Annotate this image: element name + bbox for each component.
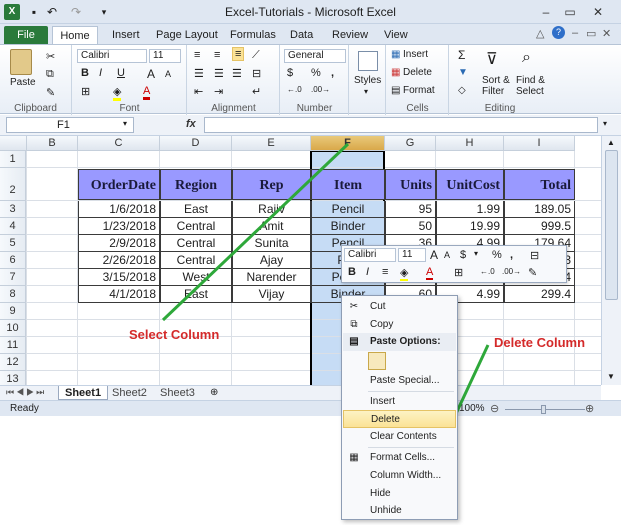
menu-copy[interactable]: ⧉ Copy — [343, 316, 456, 334]
mini-italic-button[interactable]: I — [366, 266, 369, 278]
menu-clear-contents[interactable]: Clear Contents — [343, 428, 456, 446]
mini-size-dropdown[interactable]: 11 — [398, 248, 426, 262]
mini-currency-dropdown-icon[interactable]: ▾ — [474, 249, 478, 258]
cut-icon: ✂ — [349, 301, 359, 312]
menu-column-width[interactable]: Column Width... — [343, 467, 456, 485]
copy-icon: ⧉ — [350, 319, 358, 330]
menu-insert[interactable]: Insert — [343, 393, 456, 411]
context-menu: ✂ Cut ⧉ Copy ▤ Paste Options: Paste Special… — [341, 295, 458, 520]
menu-divider — [368, 447, 454, 448]
mini-bold-button[interactable]: B — [348, 266, 356, 278]
menu-cut-label: Cut — [370, 301, 386, 312]
menu-column-width-label: Column Width... — [370, 470, 442, 481]
menu-format-cells-label: Format Cells... — [370, 452, 436, 463]
menu-delete-label: Delete — [371, 414, 400, 425]
menu-paste-options: ▤ Paste Options: — [343, 333, 456, 351]
menu-copy-label: Copy — [370, 319, 394, 330]
menu-cut[interactable]: ✂ Cut — [343, 298, 456, 316]
delete-column-annotation: Delete Column — [494, 335, 586, 350]
menu-insert-label: Insert — [370, 396, 396, 407]
mini-font-dropdown[interactable]: Calibri — [344, 248, 396, 262]
menu-unhide-label: Unhide — [370, 505, 402, 516]
mini-currency-button[interactable]: $ — [460, 249, 466, 261]
menu-divider — [368, 391, 454, 392]
menu-hide-label: Hide — [370, 488, 391, 499]
paste-clipboard-icon[interactable] — [368, 352, 386, 370]
menu-paste-options-label: Paste Options: — [370, 336, 441, 347]
mini-shrink-font-icon[interactable]: A — [444, 250, 450, 260]
mini-font-color-icon[interactable]: A — [426, 266, 434, 280]
mini-format-cells-icon[interactable]: ⊟ — [530, 249, 539, 262]
mini-borders-icon[interactable]: ⊞ — [454, 266, 463, 279]
menu-hide[interactable]: Hide — [343, 485, 456, 503]
format-cells-icon: ▦ — [349, 452, 359, 463]
mini-increase-decimal-icon[interactable]: ←.0 — [480, 267, 495, 276]
mini-percent-button[interactable]: % — [492, 249, 502, 261]
paste-options-icon: ▤ — [349, 336, 359, 347]
mini-decrease-decimal-icon[interactable]: .00→ — [502, 267, 521, 276]
select-column-annotation: Select Column — [129, 327, 220, 342]
mini-fill-color-icon[interactable]: ◈ — [400, 266, 409, 281]
mini-format-painter-icon[interactable]: ✎ — [528, 266, 537, 279]
mini-comma-button[interactable]: , — [510, 249, 513, 261]
select-column-arrow — [161, 142, 350, 322]
mini-center-icon[interactable]: ≡ — [382, 266, 388, 278]
menu-unhide[interactable]: Unhide — [343, 502, 456, 520]
delete-column-arrow — [451, 344, 490, 421]
menu-paste-special-label: Paste Special... — [370, 375, 440, 386]
mini-toolbar: Calibri 11 A A $ ▾ % , ⊟ B I ≡ ◈ A ⊞ ←.0… — [341, 245, 567, 283]
menu-delete[interactable]: Delete — [343, 410, 456, 428]
menu-clear-contents-label: Clear Contents — [370, 431, 437, 442]
menu-paste-special[interactable]: Paste Special... — [343, 372, 456, 390]
menu-format-cells[interactable]: ▦ Format Cells... — [343, 449, 456, 467]
mini-grow-font-icon[interactable]: A — [430, 248, 438, 262]
